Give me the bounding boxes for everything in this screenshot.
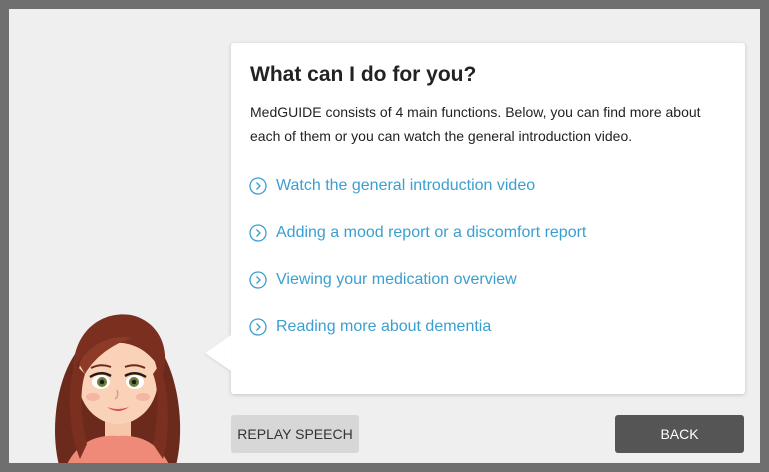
app-screen: What can I do for you? MedGUIDE consists… xyxy=(9,9,760,463)
chevron-circle-right-icon xyxy=(249,224,267,242)
speech-bubble-pointer xyxy=(205,335,231,371)
function-links: Watch the general introduction video Add… xyxy=(249,173,586,361)
chevron-circle-right-icon xyxy=(249,318,267,336)
replay-speech-button[interactable]: REPLAY SPEECH xyxy=(231,415,359,453)
link-label: Viewing your medication overview xyxy=(276,271,517,288)
chevron-circle-right-icon xyxy=(249,271,267,289)
back-button[interactable]: BACK xyxy=(615,415,744,453)
assistant-avatar xyxy=(55,314,181,463)
link-medication-overview[interactable]: Viewing your medication overview xyxy=(249,267,586,293)
speech-bubble-card: What can I do for you? MedGUIDE consists… xyxy=(205,43,745,394)
link-label: Reading more about dementia xyxy=(276,318,492,335)
link-label: Adding a mood report or a discomfort rep… xyxy=(276,224,587,241)
link-read-about-dementia[interactable]: Reading more about dementia xyxy=(249,314,586,340)
dialog-intro-text: MedGUIDE consists of 4 main functions. B… xyxy=(250,104,701,144)
link-label: Watch the general introduction video xyxy=(276,177,536,194)
link-add-report[interactable]: Adding a mood report or a discomfort rep… xyxy=(249,220,586,246)
link-watch-intro-video[interactable]: Watch the general introduction video xyxy=(249,173,586,199)
chevron-circle-right-icon xyxy=(249,177,267,195)
dialog-title: What can I do for you? xyxy=(250,63,477,86)
